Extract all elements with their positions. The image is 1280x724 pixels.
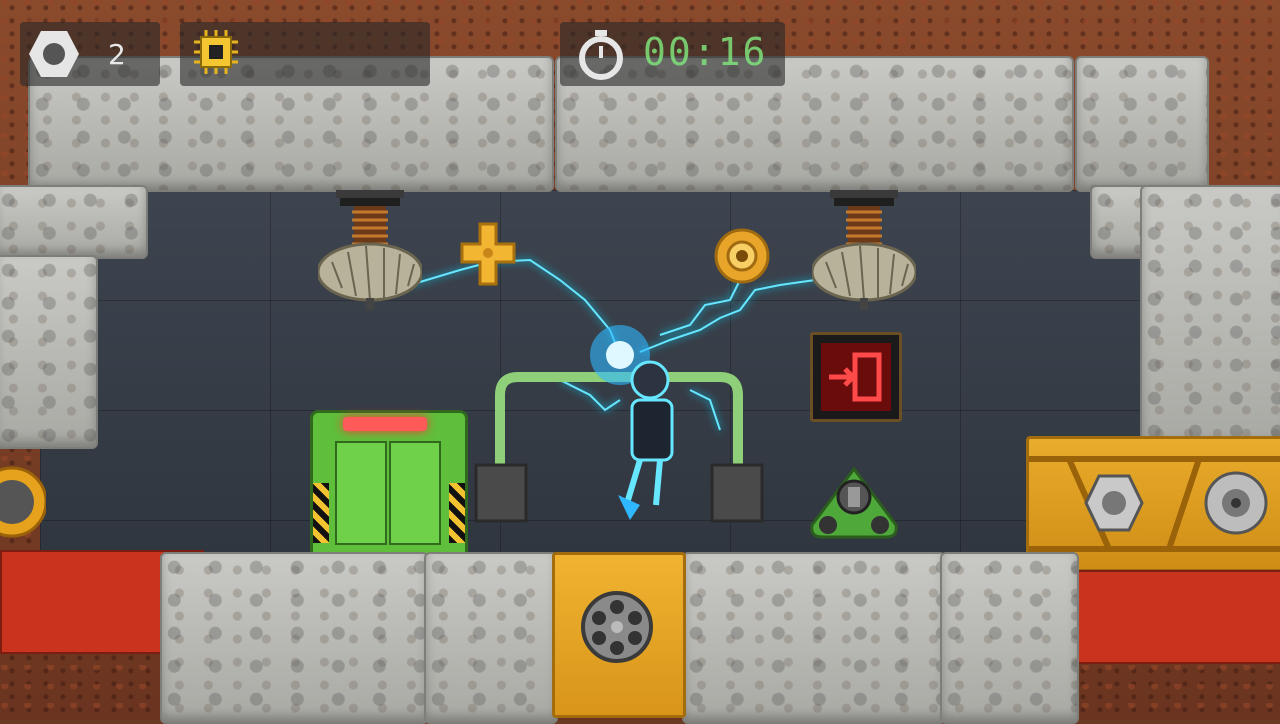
- wheel-left: [0, 466, 46, 538]
- hex-count: 2: [108, 38, 126, 71]
- door-panel-left: [335, 441, 387, 545]
- tesla-coil-left: [318, 190, 422, 310]
- hazard-stripe-left: [313, 483, 329, 543]
- exit-sign[interactable]: [810, 332, 902, 422]
- pressure-switch[interactable]: [808, 465, 900, 541]
- robot-player: [590, 325, 674, 520]
- stone-block-bottom-4: [940, 552, 1079, 724]
- chip-icon: [194, 30, 238, 74]
- exit-door-icon: [821, 343, 891, 411]
- gear-collectible[interactable]: [714, 228, 770, 284]
- green-door[interactable]: [310, 410, 468, 561]
- red-scaffold-right: [1060, 570, 1280, 664]
- stopwatch-icon: [578, 30, 624, 80]
- cross-collectible[interactable]: [460, 222, 516, 288]
- hex-nut-pickup[interactable]: [1084, 474, 1144, 532]
- stone-block-bottom-3: [682, 552, 946, 724]
- hazard-stripe-right: [449, 483, 465, 543]
- door-light: [343, 417, 427, 431]
- timer-display: 00:16: [643, 30, 768, 74]
- revolver-wheel: [581, 591, 653, 663]
- tesla-coil-right: [812, 190, 916, 310]
- stone-block-bottom-1: [160, 552, 429, 724]
- hex-nut-icon: [28, 28, 80, 80]
- door-panel-right: [389, 441, 441, 545]
- stone-block-bottom-2: [424, 552, 558, 724]
- bolt-socket: [1204, 471, 1268, 535]
